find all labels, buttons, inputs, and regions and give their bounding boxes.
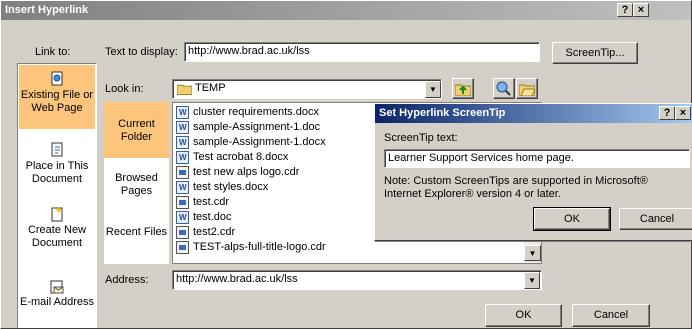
link-to-place-in-document[interactable]: Place in This Document xyxy=(19,136,95,196)
link-to-label-text: Place in This Document xyxy=(25,160,89,185)
browse-web-icon xyxy=(496,81,511,96)
browse-file-icon xyxy=(518,84,536,97)
link-to-label-text: E-mail Address xyxy=(20,296,94,308)
nav-browsed-pages[interactable]: Browsed Pages xyxy=(104,166,169,216)
place-in-document-icon xyxy=(51,142,63,157)
list-item[interactable]: TEST-alps-full-title-logo.cdr xyxy=(173,240,541,255)
existing-file-icon xyxy=(51,71,63,86)
file-name: TEST-alps-full-title-logo.cdr xyxy=(193,241,326,253)
text-to-display-label: Text to display: xyxy=(105,46,178,58)
folder-icon xyxy=(177,84,192,95)
file-name: cluster requirements.docx xyxy=(193,106,319,118)
address-label: Address: xyxy=(105,274,149,286)
link-to-panel: Existing File or Web Page Place in This … xyxy=(17,63,97,328)
title-bar: Insert Hyperlink xyxy=(1,1,691,20)
browse-file-button[interactable] xyxy=(516,78,538,99)
cancel-button[interactable]: Cancel xyxy=(572,304,650,327)
close-button[interactable]: × xyxy=(633,3,649,17)
screentip-ok-button[interactable]: OK xyxy=(533,207,611,231)
screentip-cancel-button[interactable]: Cancel xyxy=(619,208,692,230)
up-folder-button[interactable] xyxy=(452,78,474,99)
link-to-email[interactable]: E-mail Address xyxy=(19,276,95,326)
cdr-file-icon xyxy=(176,196,189,209)
nav-recent-files[interactable]: Recent Files xyxy=(104,220,169,264)
look-in-select[interactable]: TEMP xyxy=(172,79,442,99)
link-to-create-document[interactable]: Create New Document xyxy=(19,200,95,260)
link-to-label: Link to: xyxy=(35,46,71,58)
email-icon xyxy=(50,280,64,294)
screentip-note: Note: Custom ScreenTips are supported in… xyxy=(384,175,648,200)
create-document-icon xyxy=(51,206,63,222)
word-file-icon xyxy=(176,150,189,165)
cdr-file-icon xyxy=(176,241,189,254)
screentip-text-input[interactable]: Learner Support Services home page. xyxy=(384,149,690,168)
word-file-icon xyxy=(176,135,189,150)
screentip-dialog: Set Hyperlink ScreenTip ? × ScreenTip te… xyxy=(374,103,692,241)
link-to-label-text: Create New Document xyxy=(27,224,87,249)
link-to-label-text: Existing File or Web Page xyxy=(20,89,94,114)
address-input[interactable]: http://www.brad.ac.uk/lss xyxy=(172,270,542,290)
file-name: sample-Assignment-1.doc xyxy=(193,121,321,133)
file-name: test new alps logo.cdr xyxy=(193,166,300,178)
dialog-title: Insert Hyperlink xyxy=(5,4,89,16)
word-file-icon xyxy=(176,180,189,195)
screentip-close-button[interactable]: × xyxy=(675,106,691,120)
screentip-text-label: ScreenTip text: xyxy=(384,132,458,144)
help-button[interactable]: ? xyxy=(617,3,633,17)
navigation-bar: Current Folder Browsed Pages Recent File… xyxy=(104,102,169,264)
screentip-help-button[interactable]: ? xyxy=(659,106,675,120)
file-name: test styles.docx xyxy=(193,181,269,193)
file-name: Test acrobat 8.docx xyxy=(193,151,289,163)
look-in-label: Look in: xyxy=(105,83,144,95)
word-file-icon xyxy=(176,105,189,120)
cdr-file-icon xyxy=(176,166,189,179)
screentip-title: Set Hyperlink ScreenTip xyxy=(379,107,506,119)
address-dropdown-arrow[interactable]: ▼ xyxy=(524,272,540,289)
scroll-down-arrow[interactable]: ▼ xyxy=(524,245,541,261)
up-folder-icon xyxy=(454,84,472,97)
file-name: sample-Assignment-1.docx xyxy=(193,136,326,148)
screentip-button[interactable]: ScreenTip... xyxy=(552,42,638,64)
word-file-icon xyxy=(176,210,189,225)
screentip-title-bar: Set Hyperlink ScreenTip xyxy=(375,104,692,123)
look-in-value: TEMP xyxy=(195,82,226,94)
link-to-existing-file[interactable]: Existing File or Web Page xyxy=(19,65,95,129)
ok-button[interactable]: OK xyxy=(485,304,562,327)
text-to-display-input[interactable]: http://www.brad.ac.uk/lss xyxy=(184,42,540,62)
look-in-dropdown-arrow[interactable]: ▼ xyxy=(425,81,441,98)
file-name: test.doc xyxy=(193,211,232,223)
file-name: test2.cdr xyxy=(193,226,236,238)
cdr-file-icon xyxy=(176,226,189,239)
nav-current-folder[interactable]: Current Folder xyxy=(104,102,169,158)
browse-web-button[interactable] xyxy=(493,78,515,99)
file-name: test.cdr xyxy=(193,196,230,208)
word-file-icon xyxy=(176,120,189,135)
